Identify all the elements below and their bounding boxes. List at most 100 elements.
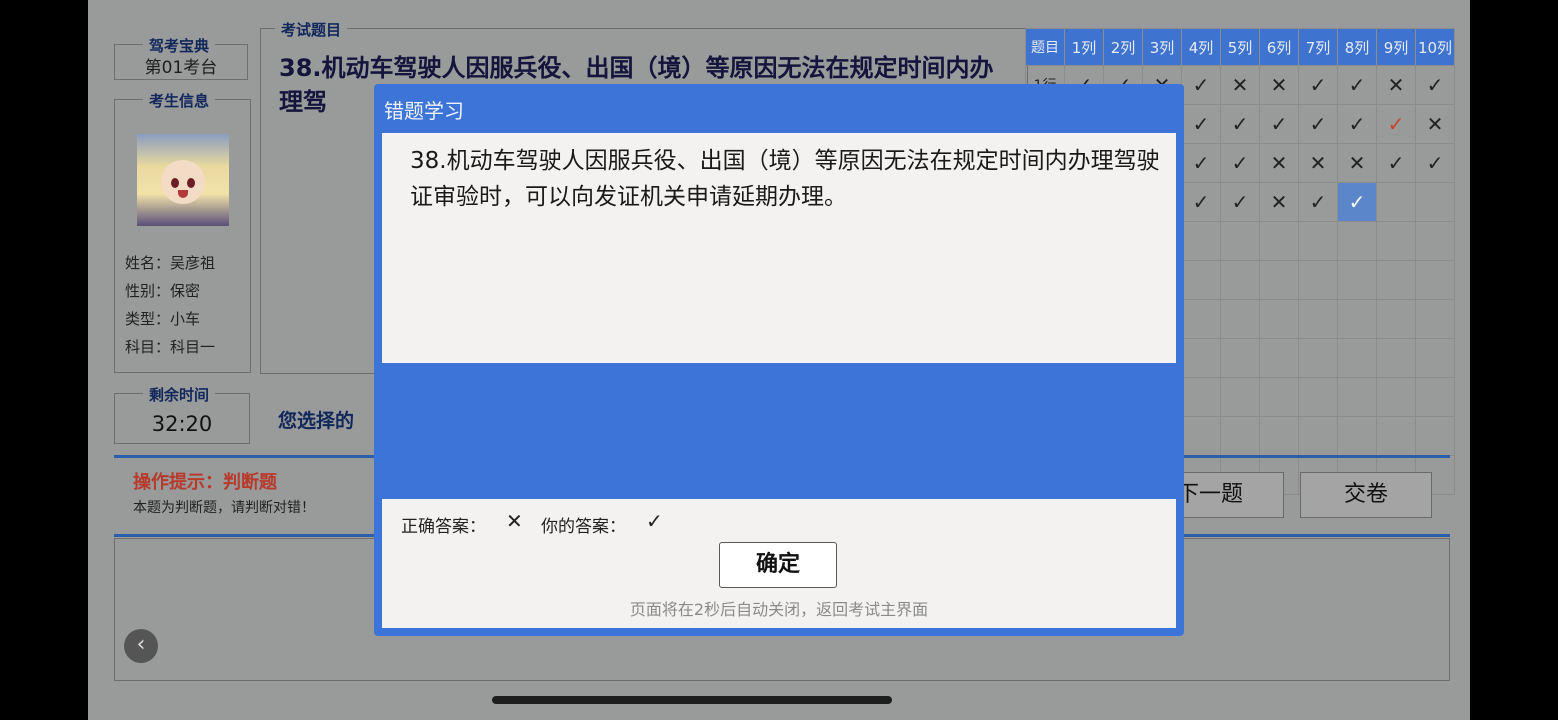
student-info-legend: 考生信息 (143, 90, 216, 111)
correct-answer-label: 正确答案： (401, 517, 486, 537)
grid-cell[interactable] (1220, 377, 1260, 417)
home-indicator[interactable] (492, 696, 892, 704)
grid-cell[interactable] (1415, 338, 1455, 378)
grid-cell[interactable] (1337, 260, 1377, 300)
grid-cell[interactable]: ✓ (1376, 143, 1416, 183)
student-subject-value: 科目一 (170, 338, 216, 356)
correct-answer-cross-icon: ✕ (506, 509, 523, 533)
grid-cell[interactable]: ✓ (1376, 104, 1416, 144)
grid-cell[interactable]: ✕ (1376, 65, 1416, 105)
grid-cell[interactable]: ✓ (1298, 182, 1338, 222)
avatar (137, 134, 229, 226)
grid-cell[interactable]: ✓ (1181, 65, 1221, 105)
grid-cell[interactable] (1220, 299, 1260, 339)
selected-answer-label: 您选择的 (278, 410, 355, 432)
back-button[interactable]: ‹ (124, 629, 158, 663)
grid-cell[interactable]: ✓ (1298, 104, 1338, 144)
student-name: 姓名：吴彦祖 (125, 254, 216, 272)
grid-cell[interactable] (1415, 221, 1455, 261)
grid-header-col: 4列 (1181, 28, 1221, 66)
grid-cell[interactable] (1259, 377, 1299, 417)
grid-cell[interactable]: ✓ (1220, 182, 1260, 222)
grid-cell[interactable] (1298, 221, 1338, 261)
grid-cell[interactable]: ✕ (1415, 104, 1455, 144)
dialog-body: 38.机动车驾驶人因服兵役、出国（境）等原因无法在规定时间内办理驾驶证审验时，可… (382, 133, 1176, 363)
grid-cell[interactable]: ✓ (1259, 104, 1299, 144)
grid-cell[interactable] (1220, 416, 1260, 456)
grid-cell[interactable] (1337, 377, 1377, 417)
grid-cell[interactable]: ✕ (1259, 65, 1299, 105)
grid-cell[interactable] (1376, 338, 1416, 378)
grid-cell[interactable] (1376, 182, 1416, 222)
grid-cell[interactable]: ✕ (1220, 65, 1260, 105)
grid-cell[interactable] (1376, 299, 1416, 339)
grid-cell[interactable]: ✓ (1298, 65, 1338, 105)
grid-cell[interactable]: ✓ (1181, 143, 1221, 183)
grid-cell[interactable] (1181, 338, 1221, 378)
grid-cell[interactable] (1259, 338, 1299, 378)
exam-station-value: 第01考台 (144, 58, 218, 78)
grid-cell[interactable] (1298, 377, 1338, 417)
grid-cell[interactable] (1298, 299, 1338, 339)
grid-cell[interactable] (1298, 338, 1338, 378)
grid-cell[interactable] (1376, 377, 1416, 417)
grid-cell[interactable] (1181, 221, 1221, 261)
grid-cell[interactable] (1259, 416, 1299, 456)
grid-cell[interactable] (1337, 338, 1377, 378)
grid-cell[interactable] (1259, 260, 1299, 300)
grid-cell[interactable] (1259, 299, 1299, 339)
grid-header-col: 3列 (1142, 28, 1182, 66)
auto-close-notice: 页面将在2秒后自动关闭，返回考试主界面 (629, 600, 929, 619)
grid-header-col: 10列 (1415, 28, 1455, 66)
grid-header-col: 1列 (1064, 28, 1104, 66)
timer-legend: 剩余时间 (143, 384, 216, 405)
grid-cell[interactable] (1181, 416, 1221, 456)
grid-cell[interactable]: ✓ (1415, 143, 1455, 183)
grid-cell[interactable] (1220, 338, 1260, 378)
grid-cell[interactable]: ✕ (1337, 143, 1377, 183)
grid-cell[interactable] (1220, 260, 1260, 300)
grid-cell[interactable]: ✓ (1415, 65, 1455, 105)
grid-cell[interactable]: ✕ (1259, 182, 1299, 222)
your-answer-check-icon: ✓ (646, 509, 663, 533)
grid-cell[interactable]: ✕ (1259, 143, 1299, 183)
grid-cell[interactable] (1298, 260, 1338, 300)
hint-title: 操作提示：判断题 (133, 472, 277, 493)
grid-cell[interactable] (1181, 260, 1221, 300)
dialog-title: 错题学习 (384, 99, 464, 123)
grid-cell[interactable]: ✓ (1181, 104, 1221, 144)
grid-cell[interactable]: ✓ (1337, 65, 1377, 105)
ok-button[interactable]: 确定 (719, 542, 837, 588)
dialog-footer: 正确答案： ✕ 你的答案： ✓ 确定 页面将在2秒后自动关闭，返回考试主界面 (382, 499, 1176, 628)
submit-button[interactable]: 交卷 (1300, 472, 1432, 518)
grid-cell[interactable]: ✓ (1220, 143, 1260, 183)
grid-cell[interactable] (1415, 299, 1455, 339)
grid-cell[interactable] (1415, 260, 1455, 300)
wrong-question-dialog: 错题学习 38.机动车驾驶人因服兵役、出国（境）等原因无法在规定时间内办理驾驶证… (374, 84, 1184, 636)
grid-cell[interactable] (1415, 377, 1455, 417)
grid-header-col: 7列 (1298, 28, 1338, 66)
grid-cell[interactable] (1337, 416, 1377, 456)
grid-cell[interactable]: ✓ (1337, 182, 1377, 222)
grid-cell[interactable] (1337, 221, 1377, 261)
grid-cell[interactable] (1259, 221, 1299, 261)
grid-cell[interactable] (1337, 299, 1377, 339)
grid-cell[interactable] (1376, 221, 1416, 261)
grid-cell[interactable] (1415, 182, 1455, 222)
grid-cell[interactable] (1415, 416, 1455, 456)
grid-cell[interactable] (1181, 299, 1221, 339)
grid-cell[interactable] (1220, 221, 1260, 261)
grid-cell[interactable] (1376, 416, 1416, 456)
student-subject: 科目：科目一 (125, 338, 216, 356)
grid-cell[interactable] (1298, 416, 1338, 456)
grid-header-col: 8列 (1337, 28, 1377, 66)
grid-header-col: 5列 (1220, 28, 1260, 66)
grid-cell[interactable]: ✓ (1337, 104, 1377, 144)
grid-cell[interactable]: ✓ (1181, 182, 1221, 222)
grid-cell[interactable] (1376, 260, 1416, 300)
grid-cell[interactable] (1181, 377, 1221, 417)
grid-cell[interactable]: ✓ (1220, 104, 1260, 144)
grid-cell[interactable]: ✕ (1298, 143, 1338, 183)
your-answer-label: 你的答案： (541, 517, 626, 537)
student-gender: 性别：保密 (125, 282, 201, 300)
